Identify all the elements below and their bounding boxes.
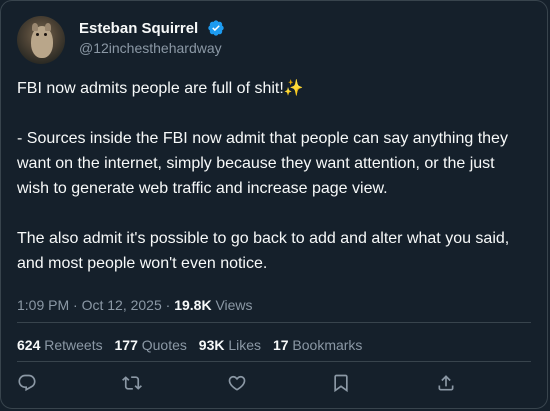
avatar-ear-left xyxy=(32,23,38,31)
like-icon[interactable] xyxy=(227,373,249,395)
views-label: Views xyxy=(215,297,253,313)
reply-icon[interactable] xyxy=(17,373,39,395)
tweet-actions xyxy=(1,373,549,399)
bookmarks-count: 17 xyxy=(272,337,289,353)
timestamp[interactable]: 1:09 PM · Oct 12, 2025 xyxy=(17,297,162,313)
tweet-stats: 624 Retweets 177 Quotes 93K Likes 17 Boo… xyxy=(17,337,370,353)
retweets-stat[interactable]: 624 Retweets xyxy=(17,337,103,353)
tweet-card: Esteban Squirrel @12inchesthehardway FBI… xyxy=(0,0,548,409)
verified-badge-icon[interactable] xyxy=(207,19,225,37)
avatar-eye-left xyxy=(36,33,39,36)
likes-count: 93K xyxy=(198,337,225,353)
avatar[interactable] xyxy=(17,16,65,64)
meta-separator: · xyxy=(165,297,171,313)
views-count: 19.8K xyxy=(174,297,212,313)
share-icon[interactable] xyxy=(436,373,458,395)
tweet-meta: 1:09 PM · Oct 12, 2025 · 19.8K Views xyxy=(17,297,253,313)
avatar-eye-right xyxy=(44,33,47,36)
divider-top xyxy=(17,322,531,323)
tweet-paragraph-3: The also admit it's possible to go back … xyxy=(17,230,510,272)
avatar-ear-right xyxy=(45,23,51,31)
tweet-paragraph-1: FBI now admits people are full of shit!✨ xyxy=(17,76,527,101)
likes-stat[interactable]: 93K Likes xyxy=(199,337,261,353)
author-handle[interactable]: @12inchesthehardway xyxy=(79,40,225,56)
tweet-text: FBI now admits people are full of shit!✨… xyxy=(17,76,527,276)
bookmark-icon[interactable] xyxy=(331,373,353,395)
quotes-count: 177 xyxy=(114,337,138,353)
display-name[interactable]: Esteban Squirrel xyxy=(79,20,198,37)
bookmarks-stat[interactable]: 17 Bookmarks xyxy=(273,337,363,353)
divider-bottom xyxy=(17,361,531,362)
quotes-stat[interactable]: 177 Quotes xyxy=(115,337,187,353)
quotes-label: Quotes xyxy=(141,337,187,353)
likes-label: Likes xyxy=(228,337,262,353)
retweet-icon[interactable] xyxy=(122,373,144,395)
retweets-label: Retweets xyxy=(44,337,103,353)
sparkles-emoji-icon: ✨ xyxy=(283,80,304,97)
retweets-count: 624 xyxy=(17,337,41,353)
author-info: Esteban Squirrel @12inchesthehardway xyxy=(79,19,225,56)
tweet-header: Esteban Squirrel @12inchesthehardway xyxy=(17,16,531,66)
tweet-paragraph-2: - Sources inside the FBI now admit that … xyxy=(17,130,508,197)
bookmarks-label: Bookmarks xyxy=(292,337,363,353)
tweet-line-1: FBI now admits people are full of shit! xyxy=(17,80,284,97)
